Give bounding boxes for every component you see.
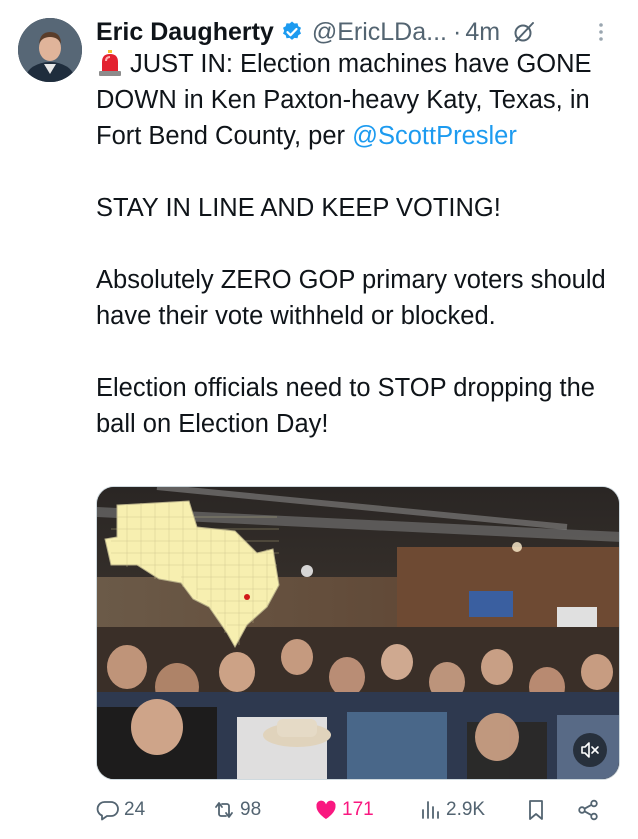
rotating-light-emoji bbox=[96, 49, 124, 77]
author-handle[interactable]: @EricLDa... bbox=[312, 18, 447, 47]
repost-count: 98 bbox=[240, 799, 262, 820]
tweet-text-line1: JUST IN: Election machines have GONE DOW… bbox=[96, 50, 592, 150]
view-count: 2.9K bbox=[446, 799, 486, 820]
bookmark-icon bbox=[529, 800, 543, 820]
more-dots-icon[interactable] bbox=[598, 20, 604, 44]
share-button[interactable] bbox=[576, 798, 604, 822]
bookmark-button[interactable] bbox=[524, 798, 552, 822]
timestamp[interactable]: 4m bbox=[465, 18, 500, 47]
tweet-paragraph-2: STAY IN LINE AND KEEP VOTING! bbox=[96, 194, 501, 222]
like-button[interactable]: 171 bbox=[314, 798, 374, 822]
repost-button[interactable]: 98 bbox=[212, 798, 261, 822]
video-player[interactable] bbox=[96, 486, 620, 780]
views-chart-icon bbox=[422, 801, 439, 819]
time-separator: · bbox=[452, 17, 462, 46]
tweet-paragraph-4: Election officials need to STOP dropping… bbox=[96, 374, 595, 438]
like-count: 171 bbox=[342, 799, 374, 820]
share-icon bbox=[578, 799, 598, 821]
tweet-paragraph-1: JUST IN: Election machines have GONE DOW… bbox=[96, 46, 626, 154]
verified-badge-icon bbox=[280, 20, 304, 44]
mute-button[interactable] bbox=[573, 733, 607, 767]
views-button[interactable]: 2.9K bbox=[418, 798, 485, 822]
video-frame bbox=[97, 487, 619, 779]
tweet-body: JUST IN: Election machines have GONE DOW… bbox=[96, 46, 626, 442]
muted-speaker-icon bbox=[581, 742, 599, 758]
mention-link[interactable]: @ScottPresler bbox=[352, 122, 517, 150]
grok-icon[interactable] bbox=[512, 20, 536, 44]
author-name[interactable]: Eric Daugherty bbox=[96, 18, 274, 47]
repost-icon bbox=[215, 802, 233, 818]
reply-button[interactable]: 24 bbox=[96, 798, 145, 822]
heart-filled-icon bbox=[316, 800, 336, 819]
action-bar: 24 98 171 2.9K bbox=[96, 790, 626, 830]
reply-icon bbox=[96, 801, 119, 821]
avatar[interactable] bbox=[18, 18, 82, 82]
reply-count: 24 bbox=[124, 799, 146, 820]
tweet-paragraph-3: Absolutely ZERO GOP primary voters shoul… bbox=[96, 266, 606, 330]
